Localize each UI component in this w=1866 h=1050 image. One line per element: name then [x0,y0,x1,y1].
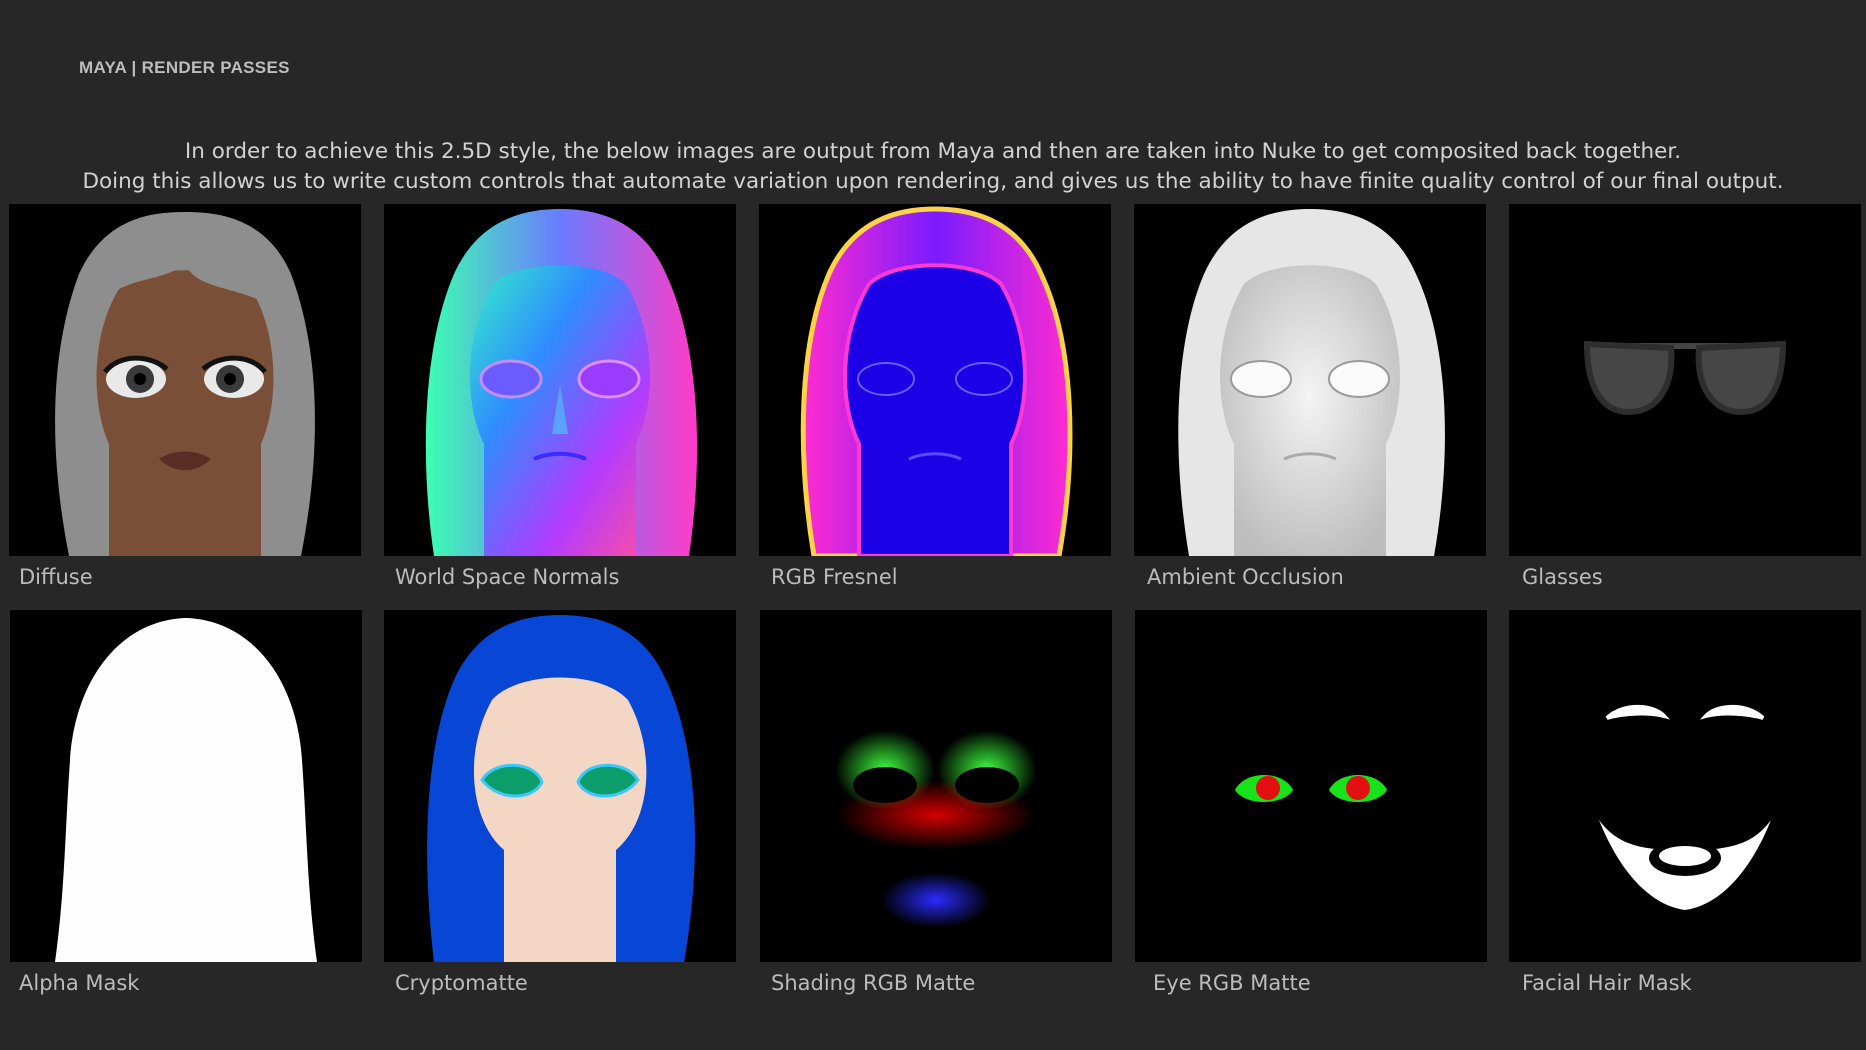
cryptomatte-pass-image [384,610,736,962]
section-title: MAYA | RENDER PASSES [79,58,290,77]
rgb-fresnel-pass-image [759,204,1111,556]
pass-caption-world-space-normals: World Space Normals [395,565,620,589]
eye-rgb-matte-pass-image [1135,610,1487,962]
facial-hair-mask-pass-image [1509,610,1861,962]
pass-caption-rgb-fresnel: RGB Fresnel [771,565,898,589]
world-space-normals-pass-image [384,204,736,556]
pass-caption-glasses: Glasses [1522,565,1603,589]
pass-caption-facial-hair-mask: Facial Hair Mask [1522,971,1692,995]
pass-caption-cryptomatte: Cryptomatte [395,971,528,995]
glasses-pass-image [1509,204,1861,556]
diffuse-pass-image [9,204,361,556]
intro-line-1: In order to achieve this 2.5D style, the… [184,139,1682,164]
pass-caption-shading-rgb-matte: Shading RGB Matte [771,971,976,995]
intro-text: In order to achieve this 2.5D style, the… [0,137,1866,197]
pass-caption-alpha-mask: Alpha Mask [19,971,140,995]
ambient-occlusion-pass-image [1134,204,1486,556]
alpha-mask-pass-image [10,610,362,962]
intro-line-2: Doing this allows us to write custom con… [82,169,1784,194]
pass-caption-ambient-occlusion: Ambient Occlusion [1147,565,1344,589]
shading-rgb-matte-pass-image [760,610,1112,962]
pass-caption-eye-rgb-matte: Eye RGB Matte [1153,971,1311,995]
pass-caption-diffuse: Diffuse [19,565,93,589]
